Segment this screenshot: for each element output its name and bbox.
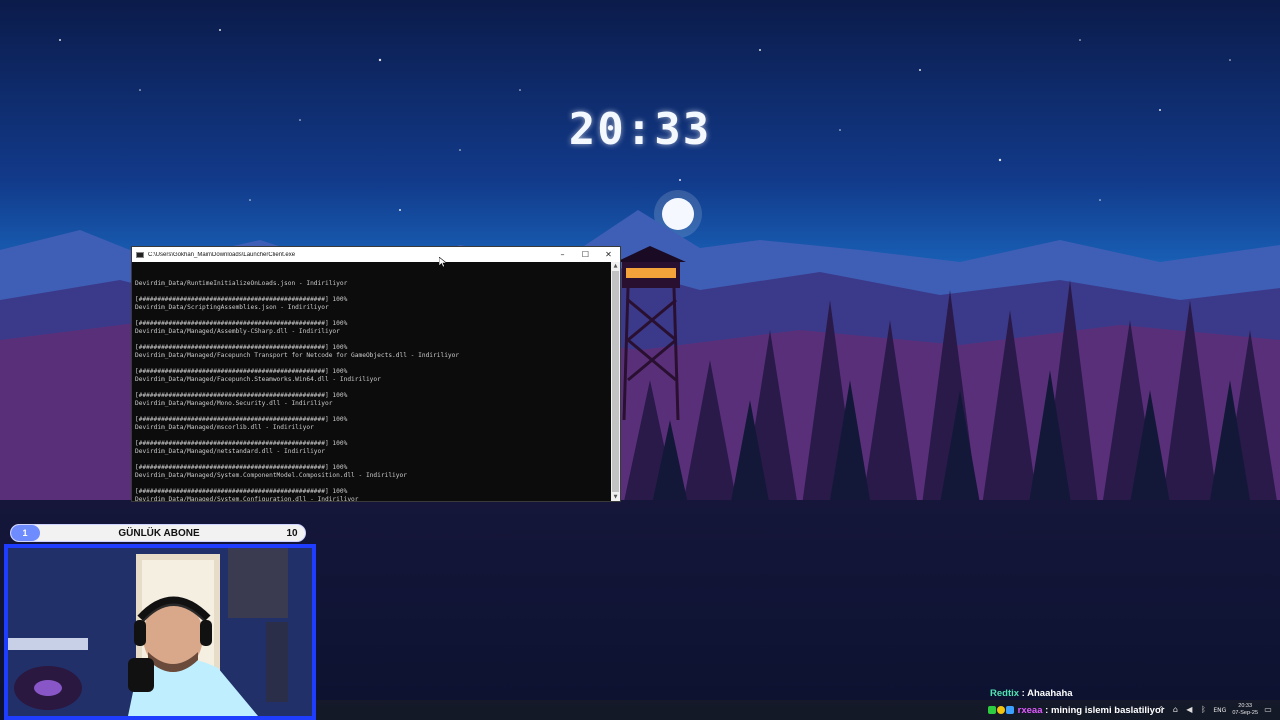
chat-text: Ahaahaha: [1027, 688, 1073, 699]
taskbar-time: 20:33: [1238, 703, 1253, 709]
console-line: Devirdim_Data/ScriptingAssemblies.json -…: [135, 304, 329, 311]
chat-message: Redtix : Ahaahaha: [990, 688, 1073, 699]
taskbar-date: 07-Sep-25: [1232, 710, 1258, 716]
console-line: [#######################################…: [135, 368, 348, 375]
goal-current: 1: [22, 528, 28, 538]
console-line: [#######################################…: [135, 344, 348, 351]
console-line: Devirdim_Data/Managed/netstandard.dll - …: [135, 448, 325, 455]
network-icon[interactable]: ⌂: [1171, 706, 1179, 714]
mouse-cursor-icon: [439, 257, 447, 267]
console-title: C:\Users\Gokhan_Main\Downloads\LauncherC…: [148, 251, 296, 258]
minimize-button[interactable]: –: [551, 247, 574, 262]
chat-username: rxeaa: [1017, 705, 1043, 716]
scroll-thumb[interactable]: [612, 271, 619, 492]
console-line: Devirdim_Data/Managed/mscorlib.dll - Ind…: [135, 424, 314, 431]
console-output[interactable]: Devirdim_Data/RuntimeInitializeOnLoads.j…: [132, 262, 611, 501]
system-tray: ^ ⌂ ◀ ᛒ ENG 20:33 07-Sep-25 ▭: [1157, 700, 1272, 720]
desktop-clock: 20:33: [568, 104, 712, 155]
goal-target: 10: [286, 527, 298, 539]
console-line: Devirdim_Data/Managed/Mono.Security.dll …: [135, 400, 333, 407]
close-button[interactable]: ✕: [597, 247, 620, 262]
chat-message: rxeaa : mining islemi baslatiliyor: [988, 705, 1164, 716]
console-lines: Devirdim_Data/RuntimeInitializeOnLoads.j…: [135, 280, 608, 501]
volume-icon[interactable]: ◀: [1185, 706, 1193, 714]
console-line: Devirdim_Data/Managed/System.ComponentMo…: [135, 472, 407, 479]
subscriber-badge-icon: [1006, 706, 1014, 714]
console-scrollbar[interactable]: ▲ ▼: [611, 262, 620, 501]
subscriber-goal-bar: 1 GÜNLÜK ABONE 10: [10, 524, 306, 542]
console-line: Devirdim_Data/Managed/Facepunch Transpor…: [135, 352, 460, 359]
console-line: Devirdim_Data/Managed/System.Configurati…: [135, 496, 359, 501]
language-indicator[interactable]: ENG: [1213, 707, 1226, 714]
console-line: [#######################################…: [135, 464, 348, 471]
console-line: [#######################################…: [135, 320, 348, 327]
chat-separator: :: [1019, 688, 1028, 699]
chat-separator: :: [1042, 705, 1051, 716]
goal-label: GÜNLÜK ABONE: [118, 527, 200, 539]
webcam-feed: [8, 548, 312, 716]
console-line: [#######################################…: [135, 488, 348, 495]
console-line: [#######################################…: [135, 296, 348, 303]
chat-username: Redtix: [990, 688, 1020, 699]
chat-text: mining islemi baslatiliyor: [1050, 705, 1165, 716]
coin-badge-icon: [997, 706, 1005, 714]
console-window[interactable]: C:\Users\Gokhan_Main\Downloads\LauncherC…: [131, 246, 621, 502]
webcam-overlay: [4, 544, 316, 720]
console-line: [#######################################…: [135, 416, 348, 423]
scroll-down-icon[interactable]: ▼: [611, 493, 620, 501]
console-line: Devirdim_Data/Managed/Facepunch.Steamwor…: [135, 376, 381, 383]
taskbar-clock[interactable]: 20:33 07-Sep-25: [1232, 703, 1258, 717]
scroll-up-icon[interactable]: ▲: [611, 262, 620, 270]
console-line: [#######################################…: [135, 392, 348, 399]
console-line: Devirdim_Data/RuntimeInitializeOnLoads.j…: [135, 280, 348, 287]
console-titlebar[interactable]: C:\Users\Gokhan_Main\Downloads\LauncherC…: [132, 247, 620, 262]
maximize-button[interactable]: ☐: [574, 247, 597, 262]
console-line: [#######################################…: [135, 440, 348, 447]
plus-badge-icon: [988, 706, 996, 714]
cmd-icon: [136, 251, 144, 258]
bluetooth-icon[interactable]: ᛒ: [1199, 706, 1207, 714]
notification-icon[interactable]: ▭: [1264, 706, 1272, 714]
console-line: Devirdim_Data/Managed/Assembly-CSharp.dl…: [135, 328, 340, 335]
